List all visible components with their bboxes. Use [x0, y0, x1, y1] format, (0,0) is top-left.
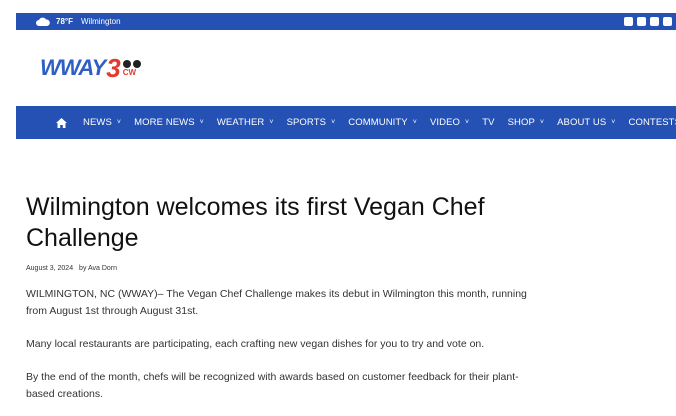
twitter-icon[interactable]: [637, 17, 646, 26]
nav-item-shop[interactable]: SHOP ˅: [508, 117, 545, 128]
nav-item-sports[interactable]: SPORTS ˅: [287, 117, 336, 128]
nav-item-about-us[interactable]: ABOUT US ˅: [557, 117, 615, 128]
nav-item-label: CONTESTS: [628, 117, 676, 128]
article-paragraph: WILMINGTON, NC (WWAY)– The Vegan Chef Ch…: [26, 288, 527, 317]
nav-item-tv[interactable]: TV: [482, 117, 494, 128]
facebook-icon[interactable]: [624, 17, 633, 26]
article-paragraph: Many local restaurants are participating…: [26, 338, 485, 350]
chevron-down-icon: ˅: [331, 119, 336, 126]
nav-item-label: SHOP: [507, 117, 535, 128]
nav-item-weather[interactable]: WEATHER ˅: [217, 117, 274, 128]
nav-item-label: COMMUNITY: [348, 117, 408, 128]
chevron-down-icon: ˅: [412, 119, 417, 126]
nav-item-label: VIDEO: [429, 117, 461, 128]
chevron-down-icon: ˅: [465, 119, 470, 126]
article-author[interactable]: by Ava Dorn: [79, 265, 117, 272]
chevron-down-icon: ˅: [611, 119, 616, 126]
chevron-down-icon: ˅: [539, 119, 545, 126]
nav-item-label: SPORTS: [286, 117, 327, 128]
cbs-icon: [132, 59, 141, 68]
weather-widget[interactable]: 78°F Wilmington: [36, 17, 121, 26]
article-body: WILMINGTON, NC (WWAY)– The Vegan Chef Ch…: [26, 286, 546, 403]
logo-wordmark: WWAY: [40, 55, 106, 80]
article-date: August 3, 2024: [26, 265, 74, 272]
chevron-down-icon: ˅: [269, 119, 274, 126]
nav-item-more-news[interactable]: MORE NEWS ˅: [134, 117, 204, 128]
article-meta: August 3, 2024 by Ava Dorn: [26, 265, 546, 272]
nav-item-label: MORE NEWS: [134, 117, 195, 128]
article-paragraph: By the end of the month, chefs will be r…: [26, 371, 519, 400]
chevron-down-icon: ˅: [199, 119, 204, 126]
nav-item-community[interactable]: COMMUNITY ˅: [348, 117, 417, 128]
nav-item-video[interactable]: VIDEO ˅: [430, 117, 469, 128]
instagram-icon[interactable]: [663, 17, 672, 26]
chevron-down-icon: ˅: [116, 119, 122, 126]
nav-item-news[interactable]: NEWS ˅: [83, 117, 121, 128]
cloud-icon: [36, 17, 50, 26]
nav-item-contests[interactable]: CONTESTS: [629, 117, 676, 128]
site-logo[interactable]: WWAY 3 CW: [40, 55, 141, 81]
logo-number: 3: [106, 53, 121, 83]
home-icon[interactable]: [56, 117, 67, 128]
nav-item-label: TV: [482, 117, 495, 128]
weather-city: Wilmington: [80, 17, 121, 26]
nav-item-label: ABOUT US: [557, 117, 607, 128]
abc-icon: [122, 59, 131, 68]
temperature-value: 78°F: [56, 17, 73, 26]
nav-item-label: WEATHER: [216, 117, 265, 128]
cw-logo: CW: [122, 67, 137, 77]
article: Wilmington welcomes its first Vegan Chef…: [26, 192, 546, 403]
network-logos: CW: [122, 59, 141, 77]
social-links: [624, 17, 672, 26]
nav-item-label: NEWS: [83, 117, 112, 128]
top-bar: 78°F Wilmington: [16, 13, 676, 30]
youtube-icon[interactable]: [650, 17, 659, 26]
main-navigation: NEWS ˅ MORE NEWS ˅ WEATHER ˅ SPORTS ˅ COMMUN…: [16, 106, 676, 139]
article-headline: Wilmington welcomes its first Vegan Chef…: [26, 193, 485, 252]
